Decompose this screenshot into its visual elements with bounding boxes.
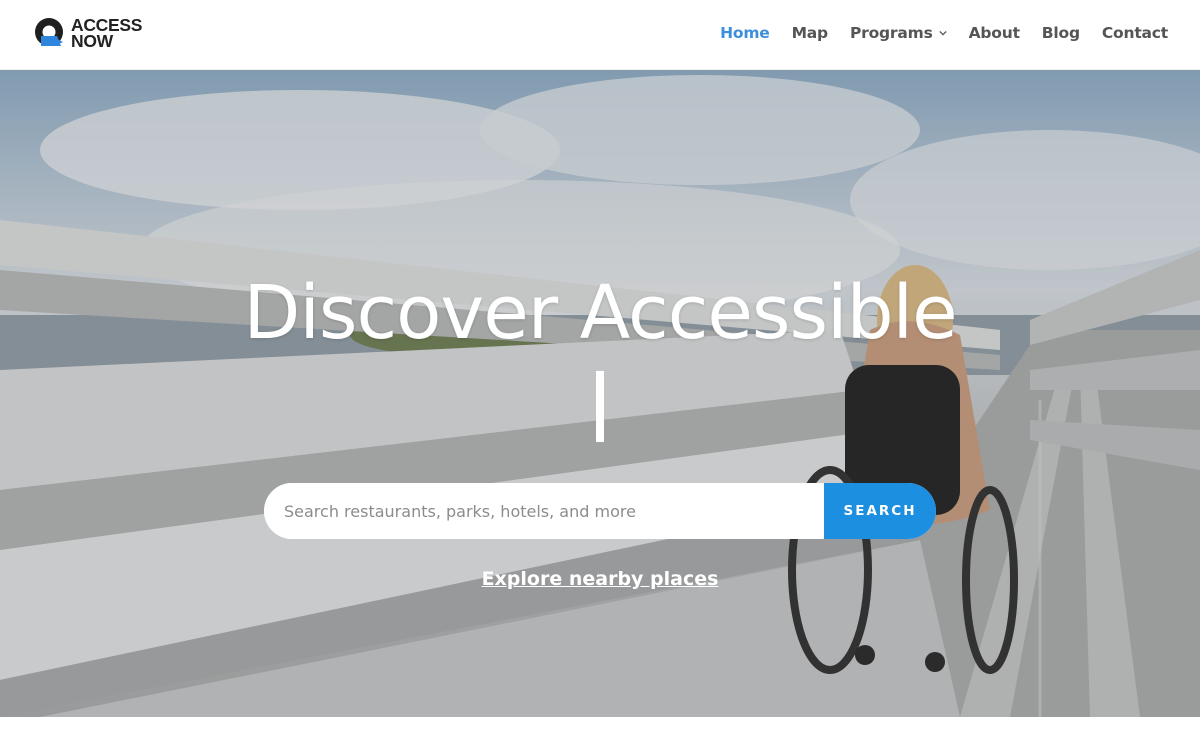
nav-item-about[interactable]: About [969, 24, 1020, 42]
page-bottom-strip [0, 717, 1200, 750]
nav-item-label: Map [791, 24, 829, 42]
nav-item-blog[interactable]: Blog [1042, 24, 1080, 42]
nav-item-label: Contact [1101, 24, 1168, 42]
logo-line-2: NOW [71, 31, 113, 51]
explore-nearby-link[interactable]: Explore nearby places [0, 568, 1200, 590]
nav-item-label: Blog [1041, 24, 1080, 42]
typing-cursor [596, 371, 604, 442]
hero-title: Discover Accessible [243, 270, 957, 356]
nav-item-label: Programs [849, 24, 933, 42]
nav-item-label: About [968, 24, 1020, 42]
logo-link[interactable]: ACCESS NOW [33, 16, 142, 50]
access-now-logo-icon [33, 16, 67, 50]
hero-section: Discover Accessible SEARCH Explore nearb… [0, 70, 1200, 717]
nav-item-programs[interactable]: Programs [850, 24, 947, 42]
nav-item-contact[interactable]: Contact [1102, 24, 1168, 42]
nav-item-home[interactable]: Home [720, 24, 770, 42]
nav-item-map[interactable]: Map [791, 24, 829, 42]
site-header: ACCESS NOW Home Map Programs About Blog … [0, 0, 1200, 70]
search-input[interactable] [264, 483, 824, 539]
search-button[interactable]: SEARCH [824, 483, 936, 539]
chevron-down-icon [938, 30, 947, 36]
search-bar: SEARCH [264, 483, 936, 539]
logo-wordmark: ACCESS NOW [71, 16, 142, 51]
nav-item-label: Home [720, 24, 770, 42]
main-nav: Home Map Programs About Blog Contact [698, 24, 1168, 42]
